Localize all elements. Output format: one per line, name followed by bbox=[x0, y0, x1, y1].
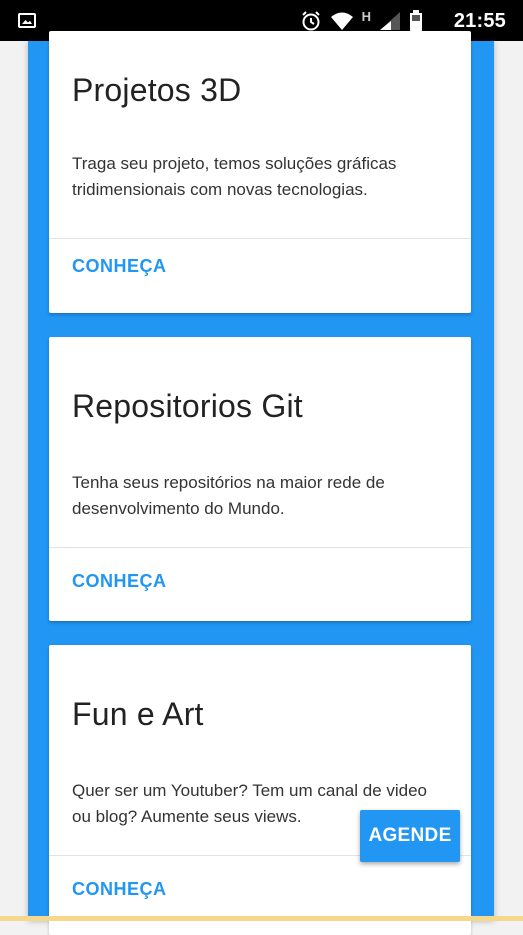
card-description: Tenha seus repositórios na maior rede de… bbox=[72, 473, 385, 518]
card-divider bbox=[49, 238, 471, 239]
card-fun-e-art: Fun e Art Quer ser um Youtuber? Tem um c… bbox=[49, 645, 471, 935]
status-icons: H bbox=[300, 9, 423, 33]
card-projetos-3d: Projetos 3D Traga seu projeto, temos sol… bbox=[49, 31, 471, 313]
card-title: Fun e Art bbox=[72, 696, 204, 732]
card-title: Projetos 3D bbox=[72, 72, 242, 108]
battery-icon bbox=[410, 10, 422, 32]
card-action-button[interactable]: CONHEÇA bbox=[72, 256, 167, 277]
agende-button[interactable]: AGENDE bbox=[360, 810, 460, 862]
card-repositorios-git: Repositorios Git Tenha seus repositórios… bbox=[49, 337, 471, 621]
card-title: Repositorios Git bbox=[72, 388, 303, 424]
card-description: Traga seu projeto, temos soluções gráfic… bbox=[72, 154, 397, 199]
signal-icon bbox=[380, 12, 400, 30]
card-divider bbox=[49, 547, 471, 548]
card-action-button[interactable]: CONHEÇA bbox=[72, 879, 167, 900]
wifi-icon bbox=[330, 12, 353, 30]
status-time: 21:55 bbox=[453, 10, 506, 32]
network-type-label: H bbox=[361, 8, 371, 24]
card-action-button[interactable]: CONHEÇA bbox=[72, 571, 167, 592]
content-frame: Projetos 3D Traga seu projeto, temos sol… bbox=[28, 31, 494, 935]
bottom-strip bbox=[0, 916, 523, 921]
alarm-icon bbox=[301, 11, 320, 31]
image-icon bbox=[18, 13, 36, 28]
